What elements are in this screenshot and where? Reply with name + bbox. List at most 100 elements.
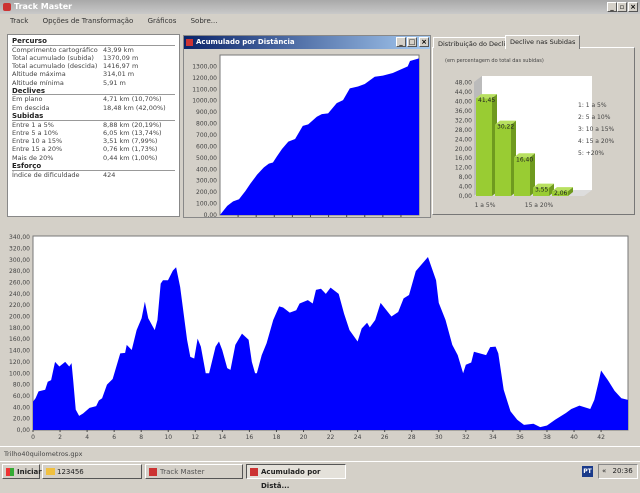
y-tick-label: 16,00 bbox=[455, 155, 472, 162]
stat-row: Total acumulado (subida) 1370,09 m bbox=[12, 54, 175, 62]
app-icon bbox=[250, 468, 258, 476]
menu-transform-options[interactable]: Opções de Transformação bbox=[43, 17, 134, 25]
elevation-profile-chart: 0,00 20,00 40,00 60,00 80,00 100,00 120,00 140,… bbox=[9, 234, 629, 441]
y-tick-label: 100,00 bbox=[196, 201, 217, 208]
y-tick-label: 40,00 bbox=[455, 99, 472, 106]
stat-row: Entre 10 a 15% 3,51 km (7,99%) bbox=[12, 137, 175, 145]
slope-bar-chart: (em percentagem do total das subidas) 0,0… bbox=[445, 58, 615, 209]
app-icon bbox=[3, 3, 11, 11]
x-tick-label: 30 bbox=[435, 434, 443, 441]
bar-value-label: 16,40 bbox=[516, 156, 533, 163]
minimize-button[interactable]: _ bbox=[396, 37, 406, 47]
bar bbox=[495, 124, 511, 196]
menu-bar: Track Opções de Transformação Gráficos S… bbox=[0, 14, 640, 28]
close-button[interactable]: × bbox=[628, 2, 638, 12]
menu-charts[interactable]: Gráficos bbox=[148, 17, 177, 25]
taskbar-item-trackmaster[interactable]: Track Master bbox=[145, 464, 243, 479]
taskbar-label: Track Master bbox=[160, 468, 205, 476]
stat-value: 6,05 km (13,74%) bbox=[103, 128, 162, 137]
y-tick-label: 1100,00 bbox=[192, 86, 217, 93]
menu-about[interactable]: Sobre... bbox=[191, 17, 218, 25]
menu-track[interactable]: Track bbox=[10, 17, 28, 25]
y-tick-label: 240,00 bbox=[9, 291, 30, 298]
y-tick-label: 20,00 bbox=[455, 146, 472, 153]
stat-value: 5,91 m bbox=[103, 78, 126, 87]
y-tick-label: 700,00 bbox=[196, 132, 217, 139]
cumulative-window: Acumulado por Distância _ □ × 0,00 100,00… bbox=[183, 35, 431, 226]
taskbar: Iniciar 123456 Track Master Acumulado po… bbox=[0, 461, 640, 490]
stat-label: Entre 15 a 20% bbox=[12, 145, 63, 154]
x-tick-label: 18 bbox=[273, 434, 281, 441]
x-tick-label: 36 bbox=[516, 434, 524, 441]
x-tick-label: 22 bbox=[327, 434, 335, 441]
cumulative-window-titlebar[interactable]: Acumulado por Distância _ □ × bbox=[184, 36, 430, 49]
y-tick-label: 280,00 bbox=[9, 268, 30, 275]
taskbar-label: 123456 bbox=[57, 468, 84, 476]
y-tick-label: 1000,00 bbox=[192, 98, 217, 105]
y-tick-label: 120,00 bbox=[9, 359, 30, 366]
stat-label: Entre 10 a 15% bbox=[12, 137, 63, 146]
folder-icon bbox=[46, 468, 55, 475]
y-tick-label: 44,00 bbox=[455, 89, 472, 96]
section-title: Declives bbox=[12, 87, 175, 96]
stat-row: Entre 5 a 10% 6,05 km (13,74%) bbox=[12, 129, 175, 137]
y-tick-label: 180,00 bbox=[9, 325, 30, 332]
tab-slope-climbs[interactable]: Declive nas Subidas bbox=[505, 35, 581, 49]
x-tick-label: 6 bbox=[112, 434, 116, 441]
start-button[interactable]: Iniciar bbox=[2, 464, 42, 479]
y-tick-label: 80,00 bbox=[13, 382, 30, 389]
stat-label: Índice de dificuldade bbox=[12, 170, 80, 179]
elevation-profile-panel: 0,00 20,00 40,00 60,00 80,00 100,00 120,00 140,… bbox=[0, 228, 640, 446]
stat-row: Comprimento cartográfico 43,99 km bbox=[12, 46, 175, 54]
stat-value: 1370,09 m bbox=[103, 53, 139, 62]
status-bar: Trilho40quilometros.gpx bbox=[0, 446, 640, 460]
x-tick-label: 15 a 20% bbox=[525, 202, 554, 209]
x-tick-label: 26 bbox=[381, 434, 389, 441]
stat-row: Altitude máxima 314,01 m bbox=[12, 70, 175, 78]
stat-value: 43,99 km bbox=[103, 45, 134, 54]
app-icon bbox=[149, 468, 157, 476]
language-indicator[interactable]: PT bbox=[582, 466, 593, 477]
x-tick-label: 4 bbox=[85, 434, 89, 441]
title-bar: Track Master _ ▫ × bbox=[0, 0, 640, 14]
taskbar-item-folder[interactable]: 123456 bbox=[42, 464, 142, 479]
taskbar-item-cumulative[interactable]: Acumulado por Distâ... bbox=[246, 464, 346, 490]
taskbar-label: Acumulado por Distâ... bbox=[261, 468, 321, 490]
legend-item: 1: 1 a 5% bbox=[578, 102, 607, 109]
x-tick-label: 24 bbox=[354, 434, 362, 441]
x-tick-label: 38 bbox=[543, 434, 551, 441]
stat-label: Mais de 20% bbox=[12, 153, 54, 162]
close-button[interactable]: × bbox=[419, 37, 429, 47]
stat-label: Em descida bbox=[12, 103, 50, 112]
section-title: Esforço bbox=[12, 162, 175, 171]
legend-item: 3: 10 a 15% bbox=[578, 126, 615, 133]
stat-row: Total acumulado (descida) 1416,97 m bbox=[12, 62, 175, 70]
y-tick-label: 4,00 bbox=[459, 184, 473, 191]
x-tick-label: 32 bbox=[462, 434, 470, 441]
y-tick-label: 140,00 bbox=[9, 348, 30, 355]
bar-value-label: 3,55 bbox=[535, 187, 549, 194]
y-tick-label: 200,00 bbox=[196, 189, 217, 196]
stat-row: Entre 15 a 20% 0,76 km (1,73%) bbox=[12, 145, 175, 153]
x-tick-label: 40 bbox=[570, 434, 578, 441]
stat-row: Mais de 20% 0,44 km (1,00%) bbox=[12, 154, 175, 162]
stat-row: Em plano 4,71 km (10,70%) bbox=[12, 95, 175, 103]
y-tick-label: 320,00 bbox=[9, 245, 30, 252]
tray-expand-button[interactable]: « bbox=[602, 467, 606, 475]
y-tick-label: 12,00 bbox=[455, 165, 472, 172]
x-tick-label: 10 bbox=[164, 434, 172, 441]
x-tick-label: 0 bbox=[31, 434, 35, 441]
cumulative-chart: 0,00 100,00 200,00 300,00 400,00 500,00 600,00… bbox=[192, 54, 420, 226]
y-tick-label: 220,00 bbox=[9, 302, 30, 309]
minimize-button[interactable]: _ bbox=[607, 2, 617, 12]
maximize-button[interactable]: □ bbox=[407, 37, 417, 47]
restore-button[interactable]: ▫ bbox=[617, 2, 627, 12]
y-tick-label: 400,00 bbox=[196, 166, 217, 173]
y-tick-label: 160,00 bbox=[9, 336, 30, 343]
stat-label: Entre 5 a 10% bbox=[12, 128, 59, 137]
y-tick-label: 500,00 bbox=[196, 155, 217, 162]
y-tick-label: 100,00 bbox=[9, 370, 30, 377]
y-tick-label: 60,00 bbox=[13, 393, 30, 400]
legend-item: 2: 5 a 10% bbox=[578, 114, 611, 121]
section-title: Subidas bbox=[12, 112, 175, 121]
